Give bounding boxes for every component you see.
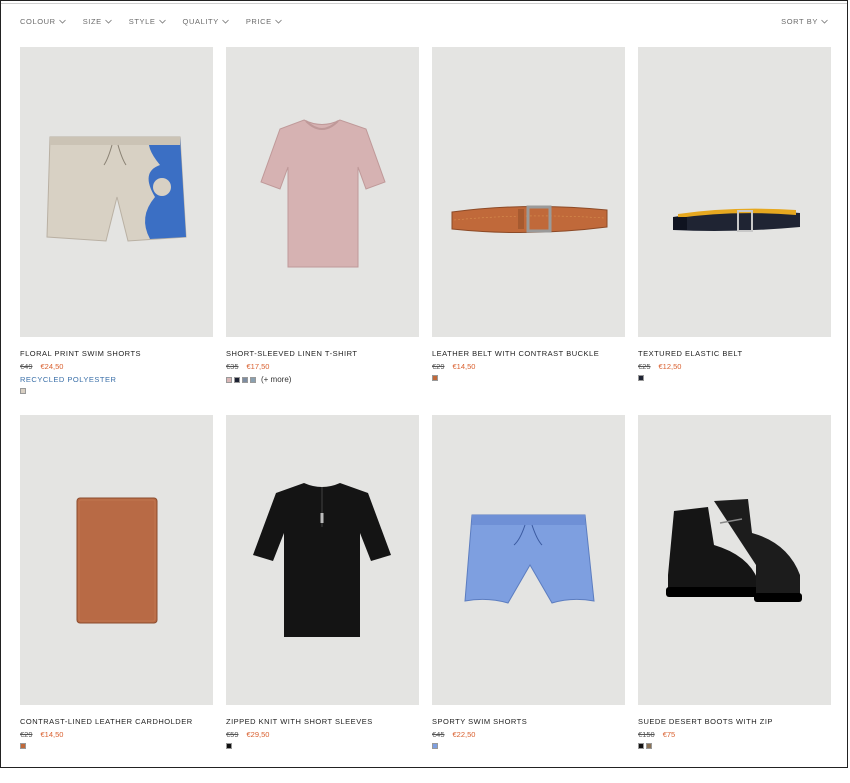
colour-swatch[interactable]: [242, 376, 248, 383]
filter-quality[interactable]: QUALITY: [183, 17, 229, 26]
sort-dropdown[interactable]: SORT BY: [781, 17, 828, 26]
colour-swatch[interactable]: [638, 743, 644, 749]
original-price: €150: [638, 730, 655, 739]
colour-swatch[interactable]: [432, 743, 438, 749]
original-price: €35: [226, 362, 239, 371]
sort-label: SORT BY: [781, 17, 818, 26]
colour-swatch[interactable]: [432, 375, 438, 381]
product-name[interactable]: TEXTURED ELASTIC BELT: [638, 349, 831, 358]
original-price: €45: [432, 730, 445, 739]
original-price: €29: [20, 730, 33, 739]
sale-price: €75: [662, 730, 676, 739]
colour-swatch[interactable]: [646, 743, 652, 749]
product-name[interactable]: CONTRAST-LINED LEATHER CARDHOLDER: [20, 717, 213, 726]
original-price: €29: [432, 362, 445, 371]
product-name[interactable]: SHORT-SLEEVED LINEN T-SHIRT: [226, 349, 419, 358]
product-image[interactable]: [20, 415, 213, 705]
product-image[interactable]: [226, 47, 419, 337]
product-name[interactable]: ZIPPED KNIT WITH SHORT SLEEVES: [226, 717, 419, 726]
original-price: €59: [226, 730, 239, 739]
colour-swatches: [432, 375, 625, 381]
product-card[interactable]: SUEDE DESERT BOOTS WITH ZIP €150 €75: [638, 415, 831, 783]
colour-swatches: [226, 743, 419, 749]
product-card[interactable]: CONTRAST-LINED LEATHER CARDHOLDER €29 €1…: [20, 415, 213, 783]
product-image[interactable]: [638, 47, 831, 337]
sale-price: €17,50: [246, 362, 270, 371]
chevron-down-icon: [222, 19, 229, 24]
more-colours-link[interactable]: (+ more): [261, 375, 291, 384]
product-card[interactable]: LEATHER BELT WITH CONTRAST BUCKLE €29 €1…: [432, 47, 625, 415]
colour-swatches: [432, 743, 625, 749]
sale-price: €22,50: [452, 730, 476, 739]
filter-label: COLOUR: [20, 17, 56, 26]
filter-label: STYLE: [128, 17, 156, 26]
leather-belt-image: [451, 205, 608, 234]
sale-price: €12,50: [658, 362, 682, 371]
colour-swatch[interactable]: [20, 388, 26, 394]
product-card[interactable]: SPORTY SWIM SHORTS €45 €22,50: [432, 415, 625, 783]
filter-label: QUALITY: [182, 17, 219, 26]
colour-swatches: [20, 743, 213, 749]
product-image[interactable]: [226, 415, 419, 705]
product-name[interactable]: FLORAL PRINT SWIM SHORTS: [20, 349, 213, 358]
filter-bar: COLOUR SIZE STYLE QUALITY PRICE: [20, 17, 282, 26]
elastic-belt-image: [673, 208, 800, 232]
colour-swatch[interactable]: [234, 376, 240, 383]
product-image[interactable]: [638, 415, 831, 705]
sale-price: €14,50: [452, 362, 476, 371]
colour-swatches: [20, 388, 213, 394]
leather-cardholder-image: [76, 497, 158, 624]
material-tag: RECYCLED POLYESTER: [20, 375, 117, 384]
zipped-knit-image: [253, 483, 391, 637]
chevron-down-icon: [274, 19, 282, 24]
product-card[interactable]: SHORT-SLEEVED LINEN T-SHIRT €35 €17,50 (…: [226, 47, 419, 415]
product-name[interactable]: SUEDE DESERT BOOTS WITH ZIP: [638, 717, 831, 726]
colour-swatches: [638, 375, 831, 381]
filter-size[interactable]: SIZE: [83, 17, 112, 26]
top-divider: [1, 3, 847, 4]
chevron-down-icon: [58, 19, 66, 24]
filter-label: SIZE: [82, 17, 102, 26]
colour-swatch[interactable]: [20, 743, 26, 749]
product-name[interactable]: SPORTY SWIM SHORTS: [432, 717, 625, 726]
product-name[interactable]: LEATHER BELT WITH CONTRAST BUCKLE: [432, 349, 625, 358]
sale-price: €29,50: [246, 730, 270, 739]
product-image[interactable]: [20, 47, 213, 337]
sporty-swim-shorts-image: [464, 514, 595, 604]
floral-swim-shorts-image: [46, 136, 187, 242]
filter-label: PRICE: [245, 17, 272, 26]
original-price: €25: [638, 362, 651, 371]
sale-price: €24,50: [40, 362, 64, 371]
suede-boots-image: [666, 499, 802, 602]
colour-swatches: [638, 743, 831, 749]
colour-swatches: (+ more): [226, 375, 419, 384]
chevron-down-icon: [104, 19, 112, 24]
colour-swatch[interactable]: [638, 375, 644, 381]
sale-price: €14,50: [40, 730, 64, 739]
product-image[interactable]: [432, 47, 625, 337]
chevron-down-icon: [821, 19, 828, 24]
colour-swatch[interactable]: [226, 376, 232, 383]
colour-swatch[interactable]: [226, 743, 232, 749]
product-grid: FLORAL PRINT SWIM SHORTS €49 €24,50 RECY…: [20, 47, 831, 783]
product-card[interactable]: TEXTURED ELASTIC BELT €25 €12,50: [638, 47, 831, 415]
filter-colour[interactable]: COLOUR: [20, 17, 66, 26]
linen-tshirt-image: [260, 119, 386, 268]
filter-price[interactable]: PRICE: [246, 17, 282, 26]
product-card[interactable]: FLORAL PRINT SWIM SHORTS €49 €24,50 RECY…: [20, 47, 213, 415]
colour-swatch[interactable]: [250, 376, 256, 383]
product-card[interactable]: ZIPPED KNIT WITH SHORT SLEEVES €59 €29,5…: [226, 415, 419, 783]
chevron-down-icon: [158, 19, 166, 24]
product-image[interactable]: [432, 415, 625, 705]
original-price: €49: [20, 362, 33, 371]
filter-style[interactable]: STYLE: [129, 17, 166, 26]
